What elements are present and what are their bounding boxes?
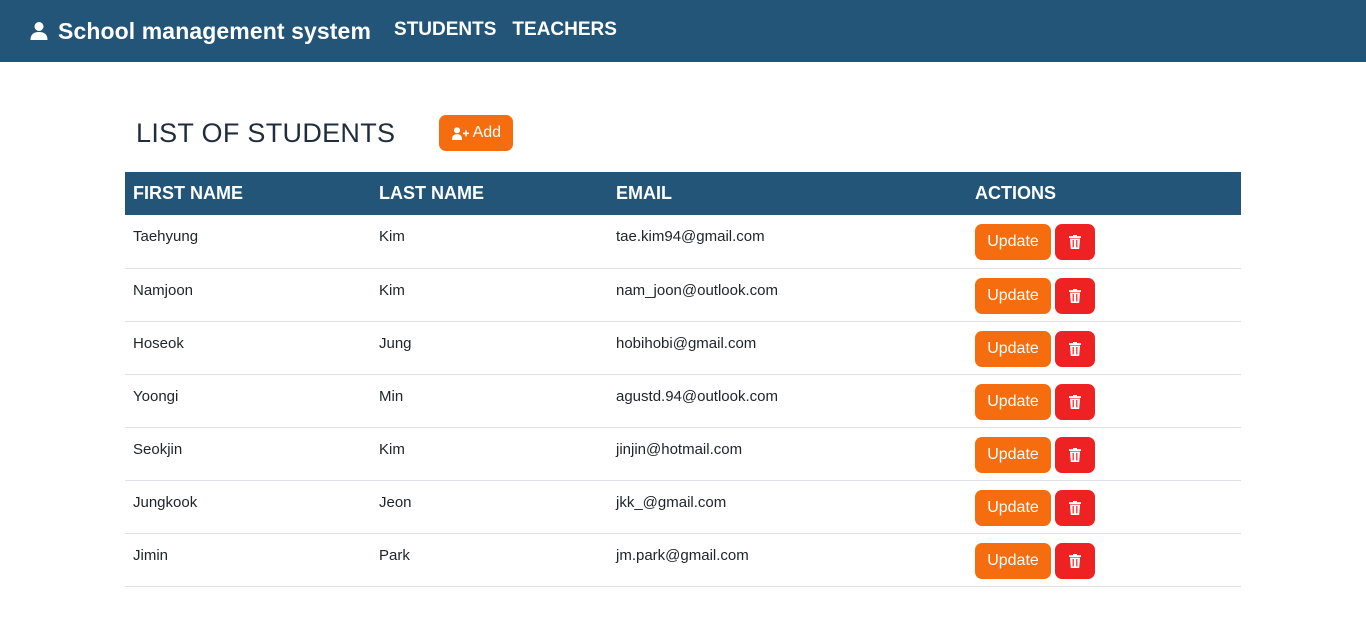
- delete-button[interactable]: [1055, 277, 1095, 314]
- first-name-cell: Taehyung: [133, 228, 199, 245]
- last-name-cell: Kim: [379, 440, 405, 458]
- trash-icon: [1069, 553, 1081, 568]
- table-row: Jungkook Jeon jkk_@gmail.com Update: [125, 480, 1241, 533]
- top-navbar: School management system STUDENTS TEACHE…: [0, 0, 1366, 62]
- email-cell: jinjin@hotmail.com: [616, 440, 743, 458]
- delete-button[interactable]: [1055, 383, 1095, 420]
- email-cell: tae.kim94@gmail.com: [616, 228, 765, 245]
- last-name-cell: Min: [379, 387, 404, 405]
- first-name-cell: Hoseok: [133, 334, 184, 352]
- email-cell: hobihobi@gmail.com: [616, 334, 757, 352]
- add-student-button[interactable]: Add: [439, 115, 514, 151]
- column-header-last-name: LAST NAME: [379, 183, 484, 203]
- last-name-cell: Park: [379, 546, 410, 564]
- actions-cell: Update: [967, 268, 1241, 321]
- delete-button[interactable]: [1055, 330, 1095, 367]
- trash-icon: [1069, 500, 1081, 515]
- page-header: LIST OF STUDENTS Add: [136, 115, 514, 151]
- delete-button[interactable]: [1055, 224, 1095, 260]
- column-header-first-name: FIRST NAME: [133, 183, 243, 203]
- update-button[interactable]: Update: [975, 436, 1051, 473]
- update-button[interactable]: Update: [975, 383, 1051, 420]
- nav-link-teachers[interactable]: TEACHERS: [512, 19, 617, 41]
- actions-cell: Update: [967, 321, 1241, 374]
- trash-icon: [1069, 288, 1081, 303]
- add-button-label: Add: [472, 124, 502, 141]
- first-name-cell: Yoongi: [133, 387, 179, 405]
- actions-cell: Update: [967, 533, 1241, 586]
- students-table: FIRST NAME LAST NAME EMAIL ACTIONS Taehy…: [125, 172, 1241, 587]
- column-header-email: EMAIL: [616, 183, 672, 203]
- table-row: Jimin Park jm.park@gmail.com Update: [125, 533, 1241, 586]
- update-button[interactable]: Update: [975, 330, 1051, 367]
- actions-cell: Update: [967, 427, 1241, 480]
- table-row: Seokjin Kim jinjin@hotmail.com Update: [125, 427, 1241, 480]
- brand-title: School management system: [58, 17, 372, 44]
- email-cell: agustd.94@outlook.com: [616, 387, 778, 405]
- user-icon: [29, 21, 49, 41]
- user-plus-icon: [451, 126, 469, 140]
- last-name-cell: Jung: [379, 334, 412, 352]
- last-name-cell: Kim: [379, 228, 405, 245]
- first-name-cell: Seokjin: [133, 440, 183, 458]
- table-row: Hoseok Jung hobihobi@gmail.com Update: [125, 321, 1241, 374]
- nav-link-students[interactable]: STUDENTS: [394, 19, 496, 41]
- trash-icon: [1069, 341, 1081, 356]
- actions-cell: Update: [967, 215, 1241, 268]
- page-title: LIST OF STUDENTS: [136, 117, 396, 148]
- column-header-actions: ACTIONS: [975, 183, 1056, 203]
- update-button[interactable]: Update: [975, 224, 1051, 260]
- delete-button[interactable]: [1055, 436, 1095, 473]
- last-name-cell: Kim: [379, 281, 405, 299]
- actions-cell: Update: [967, 374, 1241, 427]
- email-cell: jkk_@gmail.com: [616, 493, 727, 511]
- brand-link[interactable]: School management system: [29, 18, 371, 45]
- update-button[interactable]: Update: [975, 489, 1051, 526]
- update-button[interactable]: Update: [975, 277, 1051, 314]
- update-button[interactable]: Update: [975, 542, 1051, 579]
- delete-button[interactable]: [1055, 489, 1095, 526]
- actions-cell: Update: [967, 480, 1241, 533]
- trash-icon: [1069, 394, 1081, 409]
- table-header-row: FIRST NAME LAST NAME EMAIL ACTIONS: [125, 172, 1241, 215]
- table-row: Taehyung Kim tae.kim94@gmail.com Update: [125, 215, 1241, 268]
- first-name-cell: Jungkook: [133, 493, 198, 511]
- trash-icon: [1069, 235, 1081, 249]
- last-name-cell: Jeon: [379, 493, 412, 511]
- table-row: Yoongi Min agustd.94@outlook.com Update: [125, 374, 1241, 427]
- table-row: Namjoon Kim nam_joon@outlook.com Update: [125, 268, 1241, 321]
- first-name-cell: Namjoon: [133, 281, 194, 299]
- first-name-cell: Jimin: [133, 546, 169, 564]
- email-cell: jm.park@gmail.com: [616, 546, 749, 564]
- trash-icon: [1069, 447, 1081, 462]
- delete-button[interactable]: [1055, 542, 1095, 579]
- email-cell: nam_joon@outlook.com: [616, 281, 778, 299]
